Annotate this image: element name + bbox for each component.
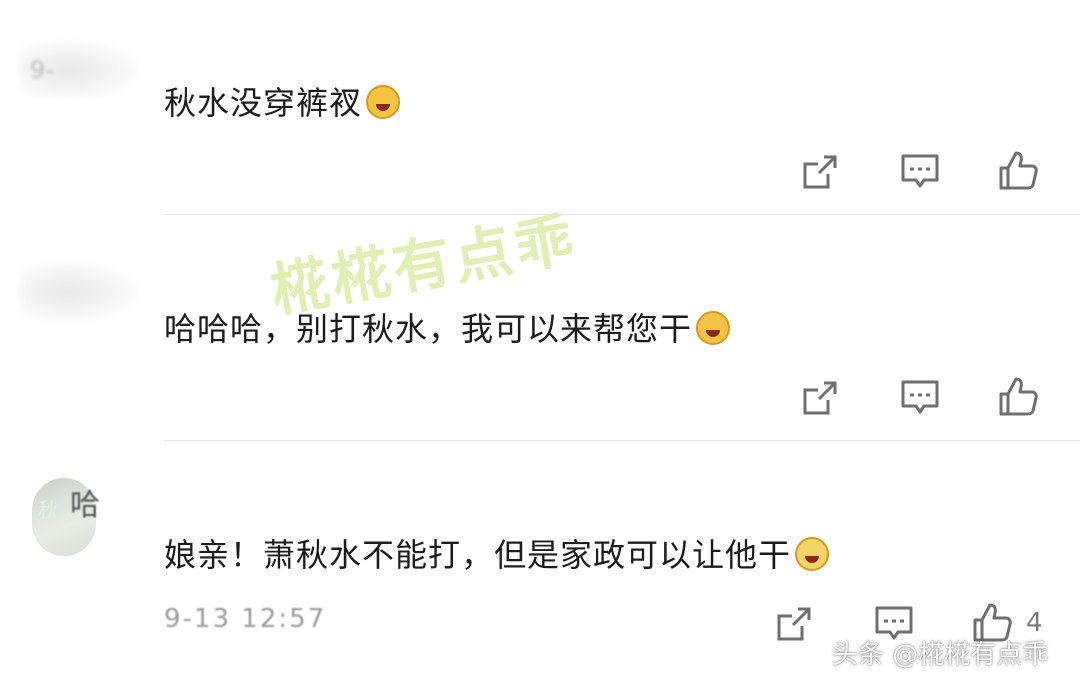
comment-text-1: 秋水没穿裤衩	[164, 78, 401, 124]
laughing-tears-emoji-icon	[366, 85, 401, 119]
flower-face-emoji-icon	[795, 537, 830, 571]
divider	[164, 440, 1080, 441]
comment-icon[interactable]	[898, 376, 942, 420]
source-watermark: 头条 @椛椛有点乖	[832, 640, 1049, 670]
share-icon[interactable]	[798, 376, 842, 420]
timestamp: 9-13 12:57	[164, 604, 327, 634]
comment-text-3-label: 娘亲！萧秋水不能打，但是家政可以让他干	[164, 536, 792, 574]
avatar-fragment: 9-	[30, 56, 54, 84]
avatar-decor: 秋	[38, 498, 58, 522]
thumbs-up-icon[interactable]	[996, 374, 1040, 418]
comment-text-2: 哈哈哈，别打秋水，我可以来帮您干	[164, 304, 731, 350]
avatar[interactable]	[20, 262, 140, 322]
comment-text-1-label: 秋水没穿裤衩	[164, 84, 363, 122]
comment-text-3: 娘亲！萧秋水不能打，但是家政可以让他干	[164, 530, 830, 576]
comment-text-2-label: 哈哈哈，别打秋水，我可以来帮您干	[164, 310, 693, 348]
share-icon[interactable]	[798, 150, 842, 194]
thumbs-up-icon[interactable]	[996, 148, 1040, 192]
divider	[164, 214, 1080, 215]
grinning-emoji-icon	[696, 311, 731, 345]
comment-icon[interactable]	[898, 150, 942, 194]
share-icon[interactable]	[772, 602, 816, 646]
username-fragment: 哈	[70, 488, 100, 523]
